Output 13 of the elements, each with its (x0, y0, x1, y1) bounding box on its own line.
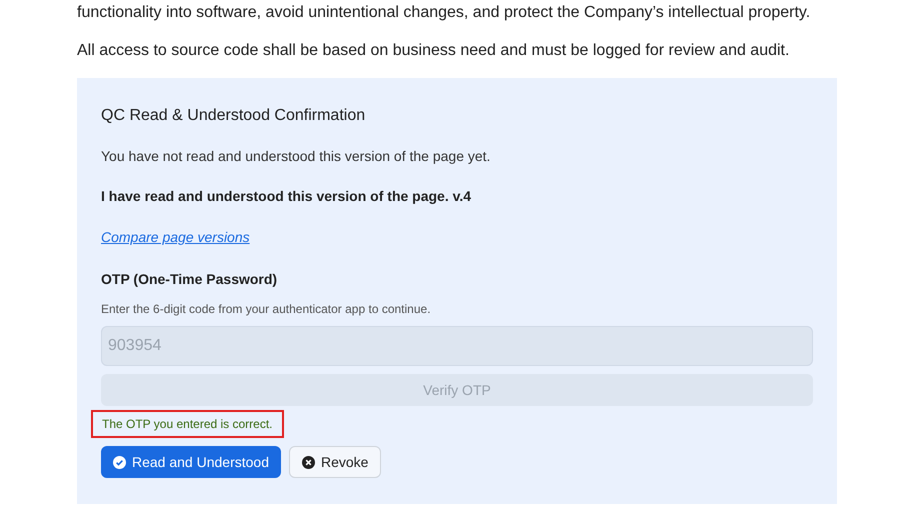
panel-title: QC Read & Understood Confirmation (101, 106, 366, 126)
otp-message: The OTP you entered is correct. (91, 410, 284, 438)
check-circle-icon (113, 456, 126, 468)
confirm-button[interactable]: Read and Understood (101, 446, 281, 478)
close-circle-icon (302, 456, 315, 468)
compare-link[interactable]: Compare page versions (101, 229, 250, 245)
revoke-button[interactable]: Revoke (289, 446, 382, 478)
otp-label: OTP (One-Time Password) (101, 270, 278, 289)
statement-text: I have read and understood this version of the page. v.4 (101, 187, 472, 206)
body-paragraph: functionality into software, avoid unintentional changes, and protect the Company’s intellectual property. (77, 3, 812, 23)
otp-hint: Enter the 6-digit code from your authenticator app to continue. (101, 301, 432, 318)
status-text: You have not read and understood this version of the page yet. (101, 147, 492, 166)
body-paragraph: All access to source code shall be based on business need and must be logged for review and audit. (77, 41, 790, 61)
